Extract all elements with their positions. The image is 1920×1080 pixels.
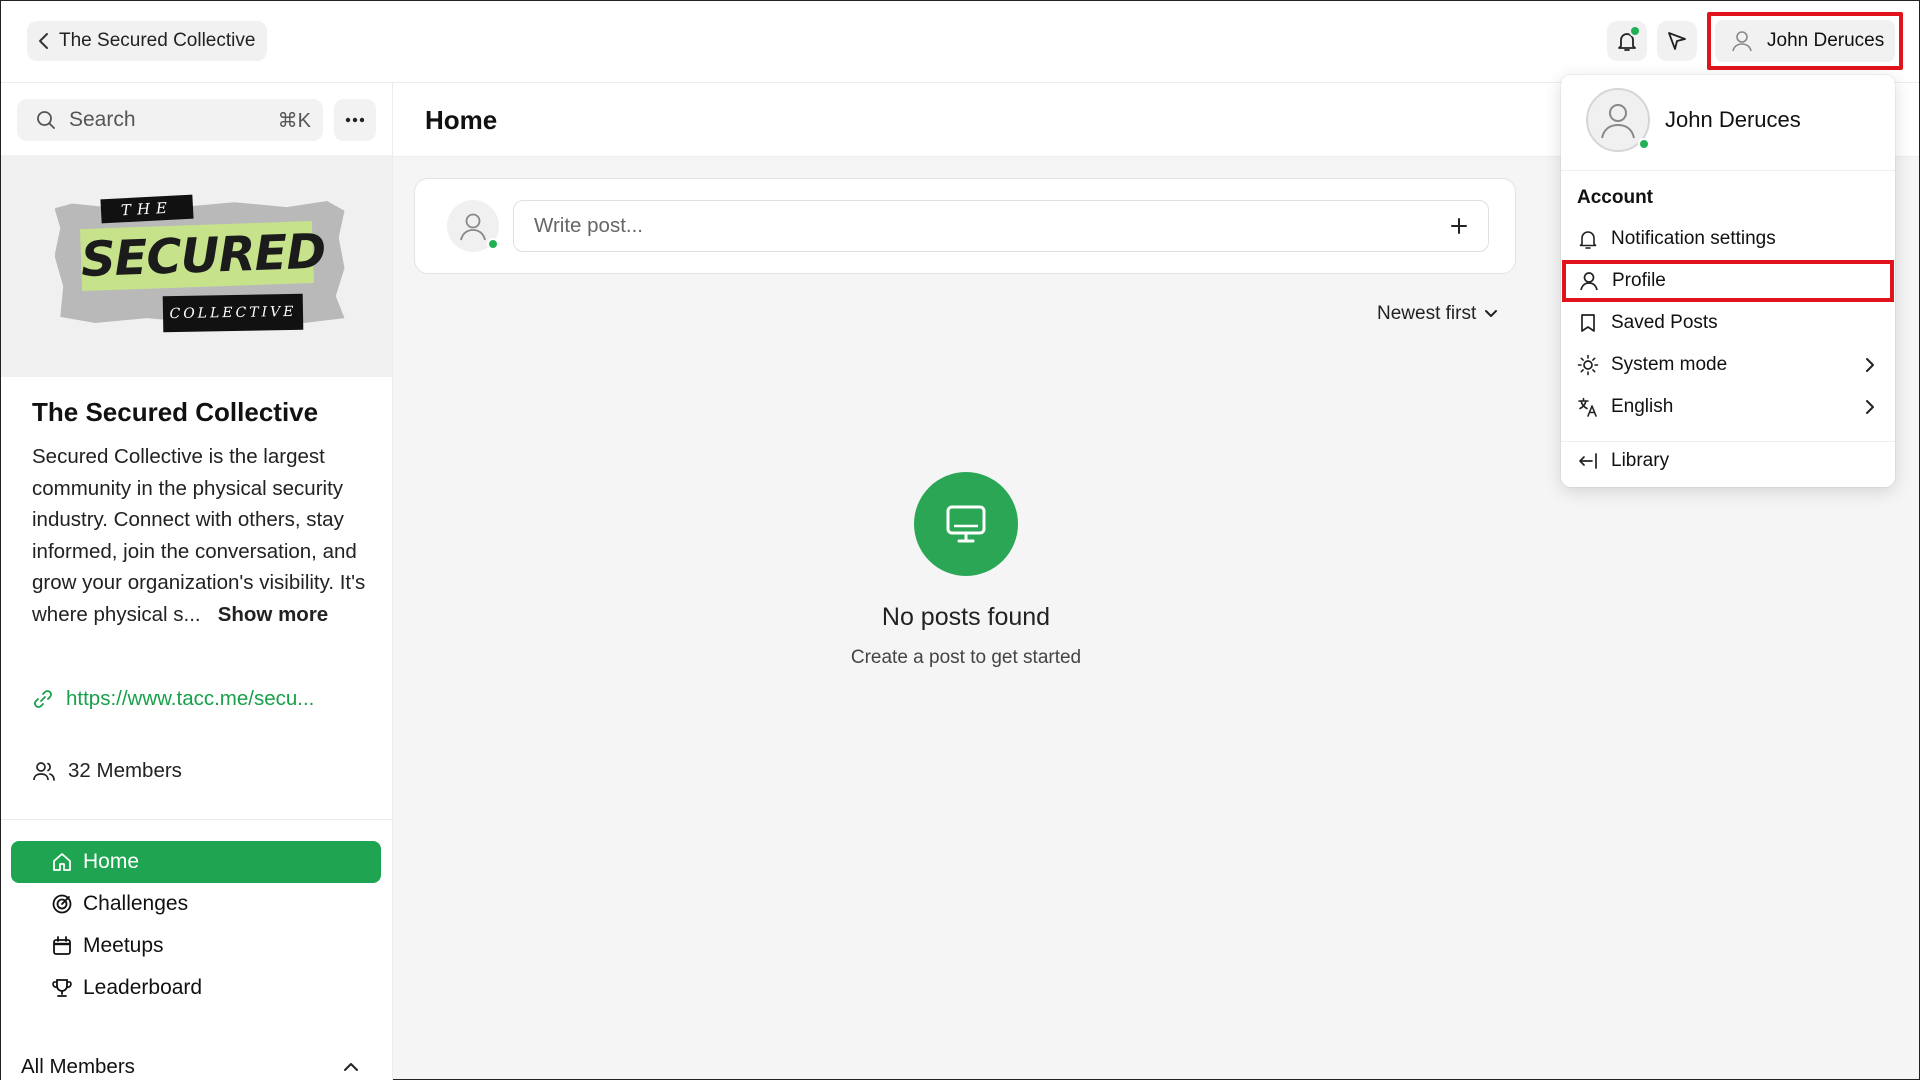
- logo-word-secured: SECURED: [79, 220, 326, 292]
- menu-item-system-mode[interactable]: System mode: [1561, 344, 1895, 386]
- back-button-label: The Secured Collective: [59, 30, 256, 51]
- calendar-icon: [51, 935, 73, 957]
- user-avatar-icon: [456, 209, 490, 243]
- empty-state-subtitle: Create a post to get started: [850, 647, 1082, 668]
- sidebar-divider: [1, 819, 392, 820]
- avatar: [447, 200, 499, 252]
- trophy-icon: [51, 977, 73, 999]
- bell-icon: [1577, 228, 1599, 250]
- chevron-down-icon: [1484, 309, 1498, 319]
- bookmark-icon: [1577, 312, 1599, 334]
- write-post-placeholder: Write post...: [534, 214, 643, 237]
- menu-item-language[interactable]: English: [1561, 386, 1895, 428]
- post-composer: Write post...: [414, 178, 1516, 274]
- sidebar-item-label: Home: [83, 850, 140, 873]
- top-bar: The Secured Collective John Deruces: [1, 1, 1919, 83]
- online-status-dot: [487, 238, 499, 250]
- search-placeholder: Search: [69, 108, 136, 131]
- menu-item-label: System mode: [1611, 354, 1728, 375]
- menu-item-label: Library: [1611, 450, 1670, 471]
- link-icon: [32, 688, 54, 710]
- search-shortcut: ⌘K: [277, 109, 311, 132]
- user-avatar-icon: [1596, 98, 1640, 142]
- plus-icon[interactable]: [1450, 217, 1468, 235]
- notification-badge: [1629, 25, 1641, 37]
- search-input[interactable]: Search ⌘K: [17, 99, 323, 141]
- all-members-section-toggle[interactable]: All Members: [21, 1055, 359, 1079]
- sidebar-item-meetups[interactable]: Meetups: [11, 925, 381, 967]
- community-description-text: Secured Collective is the largest commun…: [32, 445, 366, 626]
- messages-button[interactable]: [1657, 21, 1697, 61]
- chevron-right-icon: [1865, 399, 1875, 415]
- community-description: Secured Collective is the largest commun…: [32, 441, 372, 630]
- target-icon: [51, 893, 73, 915]
- sidebar-item-label: Meetups: [83, 934, 164, 957]
- sidebar-item-label: Leaderboard: [83, 976, 203, 999]
- community-banner: THE SECURED COLLECTIVE: [1, 155, 392, 377]
- chevron-right-icon: [1865, 357, 1875, 373]
- user-menu-name: John Deruces: [1767, 30, 1885, 51]
- menu-item-notification-settings[interactable]: Notification settings: [1561, 218, 1895, 260]
- more-options-button[interactable]: [334, 99, 376, 141]
- menu-item-label: Notification settings: [1611, 228, 1776, 249]
- menu-item-library[interactable]: Library: [1561, 440, 1895, 482]
- sidebar-item-challenges[interactable]: Challenges: [11, 883, 381, 925]
- chevron-left-icon: [37, 32, 51, 50]
- logo-word-collective: COLLECTIVE: [162, 293, 303, 333]
- community-link[interactable]: https://www.tacc.me/secu...: [32, 687, 314, 711]
- community-link-text: https://www.tacc.me/secu...: [66, 687, 315, 710]
- more-horizontal-icon: [345, 117, 365, 123]
- monitor-icon: [943, 501, 989, 547]
- sidebar: Search ⌘K THE SECURED COLLECTIVE The Sec…: [1, 83, 393, 1080]
- users-icon: [32, 760, 56, 782]
- send-icon: [1665, 29, 1689, 53]
- write-post-input[interactable]: Write post...: [513, 200, 1489, 252]
- dropdown-user-header: John Deruces: [1561, 75, 1895, 171]
- all-members-label: All Members: [21, 1055, 135, 1078]
- chevron-up-icon: [343, 1062, 359, 1072]
- sidebar-item-label: Challenges: [83, 892, 189, 915]
- sort-label: Newest first: [1377, 303, 1477, 324]
- user-menu-button[interactable]: John Deruces: [1707, 12, 1903, 70]
- members-count[interactable]: 32 Members: [32, 759, 182, 783]
- sort-dropdown[interactable]: Newest first: [1377, 303, 1498, 325]
- sidebar-item-home[interactable]: Home: [11, 841, 381, 883]
- community-logo: THE SECURED COLLECTIVE: [47, 191, 347, 341]
- sidebar-nav: Home Challenges Meetups Leaderboard: [11, 841, 381, 1009]
- empty-state-illustration: [914, 472, 1018, 576]
- page-title: Home: [425, 105, 498, 135]
- home-icon: [51, 851, 73, 873]
- user-avatar-icon: [1729, 28, 1755, 54]
- translate-icon: [1577, 396, 1599, 418]
- menu-item-label: Profile: [1612, 270, 1666, 291]
- back-button[interactable]: The Secured Collective: [27, 21, 268, 61]
- empty-state-title: No posts found: [881, 603, 1051, 631]
- menu-item-profile[interactable]: Profile: [1562, 260, 1894, 302]
- sidebar-item-leaderboard[interactable]: Leaderboard: [11, 967, 381, 1009]
- online-status-dot: [1638, 138, 1650, 150]
- dropdown-user-name: John Deruces: [1665, 107, 1801, 132]
- user-dropdown-menu: John Deruces Account Notification settin…: [1561, 75, 1895, 487]
- menu-item-label: English: [1611, 396, 1674, 417]
- sun-icon: [1577, 354, 1599, 376]
- user-icon: [1578, 270, 1600, 292]
- community-title: The Secured Collective: [32, 397, 319, 427]
- notifications-button[interactable]: [1607, 21, 1647, 61]
- menu-item-saved-posts[interactable]: Saved Posts: [1561, 302, 1895, 344]
- exit-icon: [1577, 450, 1599, 472]
- members-count-text: 32 Members: [68, 759, 182, 782]
- menu-item-label: Saved Posts: [1611, 312, 1718, 333]
- dropdown-section-account: Account: [1577, 187, 1653, 208]
- logo-word-the: THE: [99, 194, 194, 224]
- avatar: [1586, 88, 1650, 152]
- show-more-link[interactable]: Show more: [218, 603, 329, 626]
- search-icon: [35, 109, 57, 131]
